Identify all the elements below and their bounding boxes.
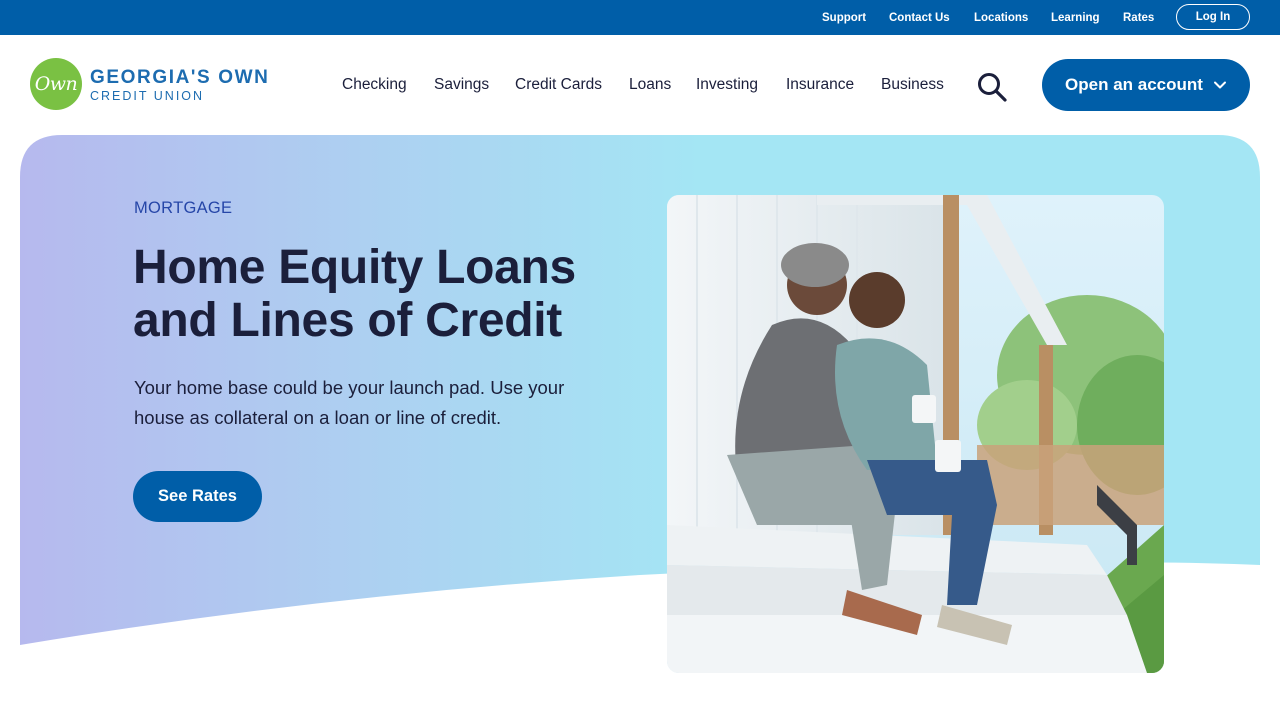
- nav-item-credit-cards[interactable]: Credit Cards: [515, 76, 602, 94]
- logo[interactable]: Own GEORGIA'S OWN CREDIT UNION: [30, 58, 280, 112]
- nav-item-insurance[interactable]: Insurance: [786, 76, 854, 94]
- open-account-label: Open an account: [1065, 75, 1203, 94]
- utility-link-rates[interactable]: Rates: [1123, 12, 1154, 24]
- search-icon: [978, 73, 1007, 102]
- logo-mark-text: Own: [34, 73, 78, 95]
- open-account-button[interactable]: Open an account: [1042, 59, 1250, 111]
- nav-item-loans[interactable]: Loans: [629, 76, 671, 94]
- chevron-down-icon: [1213, 81, 1226, 89]
- nav-item-investing[interactable]: Investing: [696, 76, 758, 94]
- utility-bar: Support Contact Us Locations Learning Ra…: [0, 0, 1280, 35]
- utility-link-locations[interactable]: Locations: [974, 12, 1028, 24]
- nav-item-checking[interactable]: Checking: [342, 76, 407, 94]
- utility-link-learning[interactable]: Learning: [1051, 12, 1100, 24]
- utility-link-contact-us[interactable]: Contact Us: [889, 12, 950, 24]
- logo-subtitle: CREDIT UNION: [90, 89, 205, 103]
- see-rates-button[interactable]: See Rates: [133, 471, 262, 522]
- utility-link-support[interactable]: Support: [822, 12, 866, 24]
- login-button[interactable]: Log In: [1176, 4, 1250, 30]
- nav-item-business[interactable]: Business: [881, 76, 944, 94]
- logo-mark-icon: Own: [30, 58, 82, 110]
- search-button[interactable]: [976, 71, 1008, 103]
- hero-headline: Home Equity Loans and Lines of Credit: [133, 241, 576, 347]
- hero-body-text: Your home base could be your launch pad.…: [134, 377, 565, 428]
- hero-eyebrow: MORTGAGE: [134, 199, 233, 217]
- logo-name: GEORGIA'S OWN: [90, 67, 270, 88]
- hero-photo: [667, 195, 1164, 673]
- main-header: Own GEORGIA'S OWN CREDIT UNION Checking …: [0, 35, 1280, 135]
- nav-item-savings[interactable]: Savings: [434, 76, 489, 94]
